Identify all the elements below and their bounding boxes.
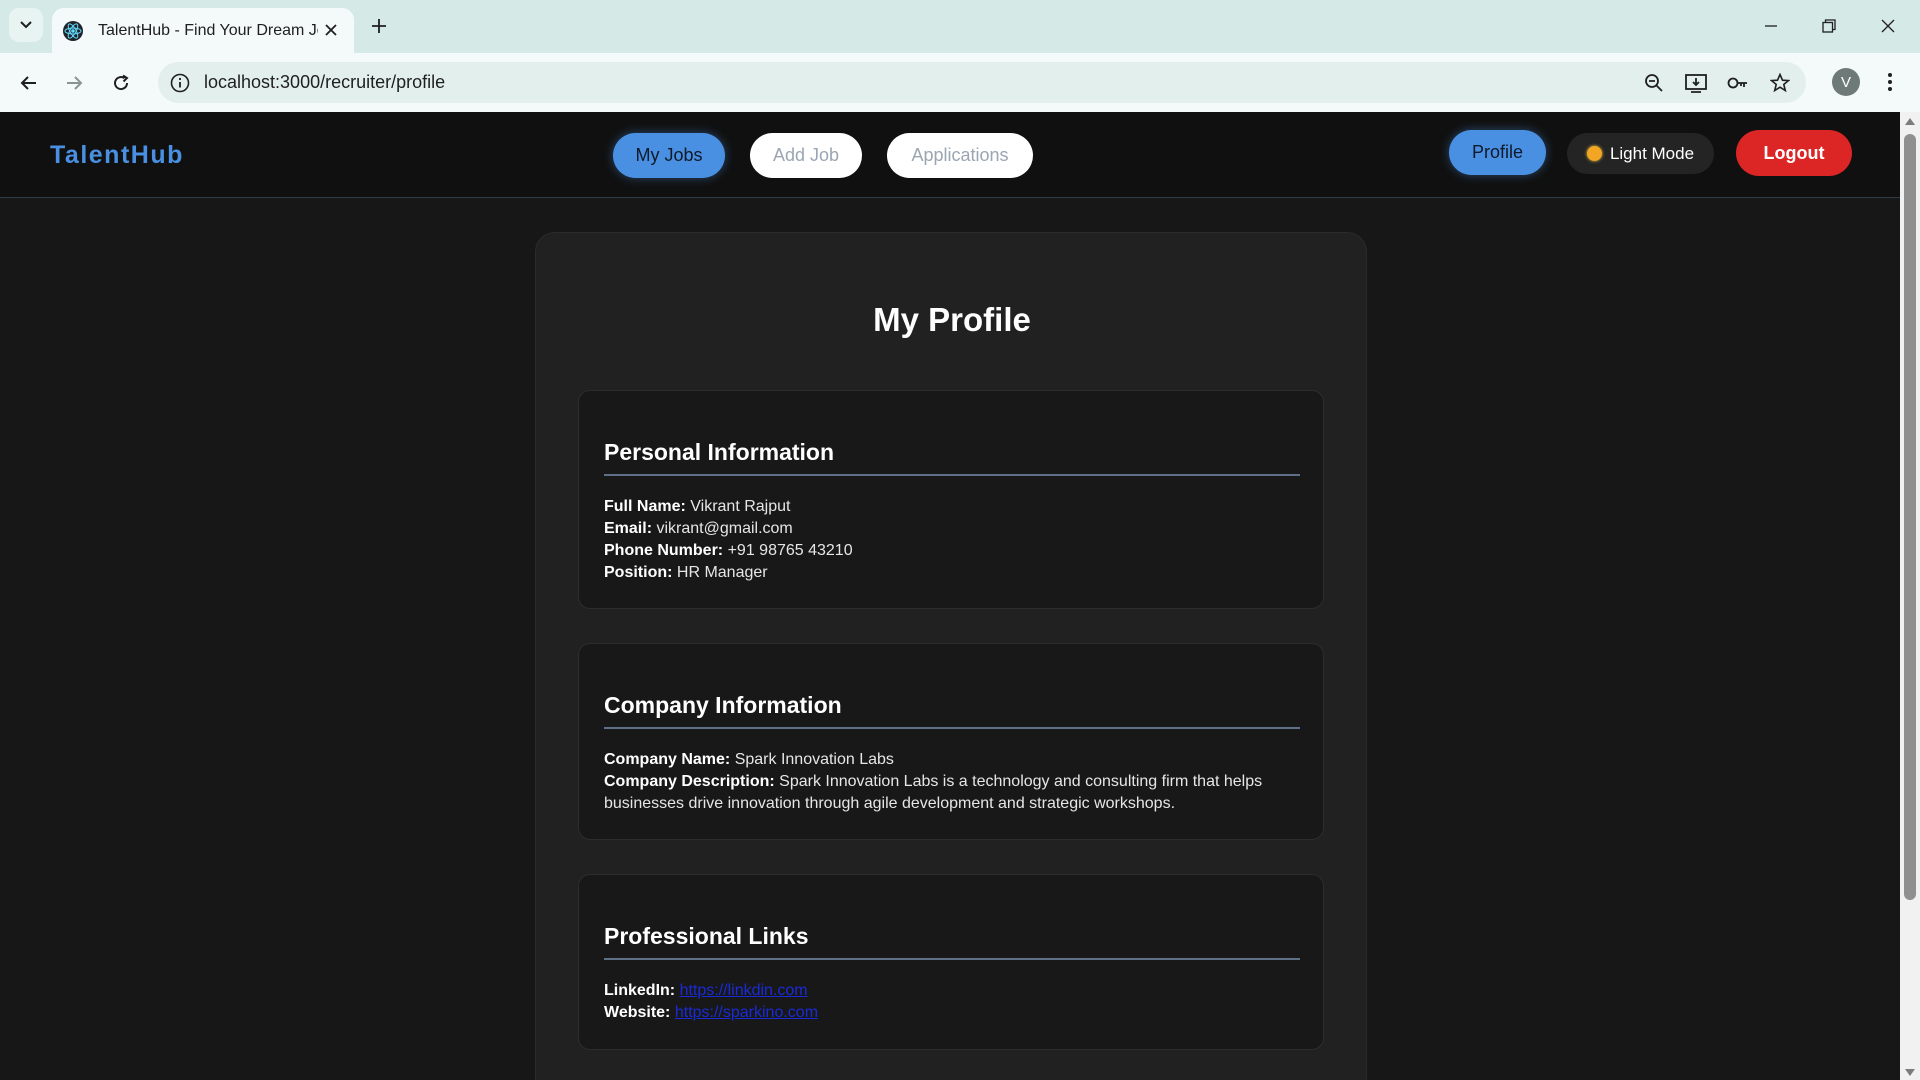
field-label: LinkedIn: (604, 982, 676, 999)
react-icon (63, 20, 83, 41)
full-name-row: Full Name: Vikrant Rajput (604, 496, 1300, 518)
browser-menu-icon[interactable] (1878, 67, 1902, 97)
minimize-icon[interactable] (1757, 12, 1785, 40)
field-label: Email: (604, 520, 653, 537)
nav-applications[interactable]: Applications (887, 133, 1033, 178)
email-value: vikrant@gmail.com (656, 520, 793, 537)
close-tab-icon[interactable] (320, 19, 342, 41)
nav-add-job[interactable]: Add Job (750, 133, 862, 178)
section-title: Personal Information (604, 439, 835, 465)
divider (604, 727, 1300, 729)
field-label: Phone Number: (604, 542, 724, 559)
nav-my-jobs[interactable]: My Jobs (613, 133, 725, 178)
site-info-icon[interactable] (168, 71, 192, 95)
field-label: Company Name: (604, 751, 731, 768)
chevron-down-icon (20, 21, 32, 29)
url-text[interactable]: localhost:3000/recruiter/profile (204, 72, 445, 93)
close-window-icon[interactable] (1874, 12, 1902, 40)
page-content: TalentHub My Jobs Add Job Applications P… (0, 112, 1900, 1080)
company-description-row: Company Description: Spark Innovation La… (604, 771, 1300, 815)
company-name-row: Company Name: Spark Innovation Labs (604, 749, 1300, 771)
scrollbar-thumb[interactable] (1904, 134, 1916, 900)
divider (604, 474, 1300, 476)
browser-toolbar: localhost:3000/recruiter/profile V (0, 53, 1920, 112)
full-name-value: Vikrant Rajput (690, 498, 791, 515)
password-key-icon[interactable] (1726, 71, 1750, 95)
phone-value: +91 98765 43210 (727, 542, 853, 559)
company-name-value: Spark Innovation Labs (734, 751, 894, 768)
professional-links-section: Professional Links LinkedIn: https://lin… (578, 874, 1324, 1050)
section-title: Company Information (604, 692, 842, 718)
linkedin-row: LinkedIn: https://linkdin.com (604, 980, 1300, 1002)
page-scrollbar[interactable] (1900, 112, 1920, 1080)
field-label: Full Name: (604, 498, 686, 515)
zoom-icon[interactable] (1642, 71, 1666, 95)
new-tab-icon[interactable] (367, 14, 391, 38)
browser-tab[interactable]: TalentHub - Find Your Dream Jo (52, 8, 354, 53)
theme-toggle-label: Light Mode (1609, 143, 1695, 163)
company-info-section: Company Information Company Name: Spark … (578, 643, 1324, 840)
field-label: Website: (604, 1004, 671, 1021)
tab-title: TalentHub - Find Your Dream Jo (98, 21, 318, 39)
reload-icon[interactable] (105, 67, 137, 99)
page-title: My Profile (873, 301, 1031, 338)
browser-profile-avatar[interactable]: V (1832, 68, 1860, 96)
scroll-down-arrow-icon[interactable] (1905, 1069, 1915, 1076)
logout-button[interactable]: Logout (1736, 130, 1852, 176)
tab-search-button[interactable] (9, 8, 43, 42)
personal-info-section: Personal Information Full Name: Vikrant … (578, 390, 1324, 609)
scroll-up-arrow-icon[interactable] (1905, 118, 1915, 125)
divider (604, 958, 1300, 960)
site-navbar: TalentHub My Jobs Add Job Applications P… (0, 112, 1900, 198)
phone-row: Phone Number: +91 98765 43210 (604, 540, 1300, 562)
field-label: Company Description: (604, 773, 775, 790)
back-arrow-icon[interactable] (13, 67, 45, 99)
profile-card: My Profile Personal Information Full Nam… (535, 232, 1367, 1080)
field-label: Position: (604, 564, 673, 581)
browser-tab-bar: TalentHub - Find Your Dream Jo (0, 0, 1920, 53)
website-link[interactable]: https://sparkino.com (675, 1004, 818, 1021)
forward-arrow-icon[interactable] (58, 67, 90, 99)
restore-icon[interactable] (1815, 12, 1843, 40)
position-row: Position: HR Manager (604, 562, 1300, 584)
section-title: Professional Links (604, 923, 809, 949)
theme-toggle-button[interactable]: Light Mode (1567, 133, 1714, 174)
profile-button[interactable]: Profile (1449, 130, 1546, 175)
email-row: Email: vikrant@gmail.com (604, 518, 1300, 540)
bookmark-star-icon[interactable] (1768, 71, 1792, 95)
website-row: Website: https://sparkino.com (604, 1002, 1300, 1024)
address-bar[interactable]: localhost:3000/recruiter/profile (158, 62, 1806, 103)
sun-icon (1586, 146, 1602, 161)
position-value: HR Manager (676, 564, 768, 581)
install-app-icon[interactable] (1684, 71, 1708, 95)
brand-logo[interactable]: TalentHub (50, 141, 184, 170)
linkedin-link[interactable]: https://linkdin.com (680, 982, 808, 999)
